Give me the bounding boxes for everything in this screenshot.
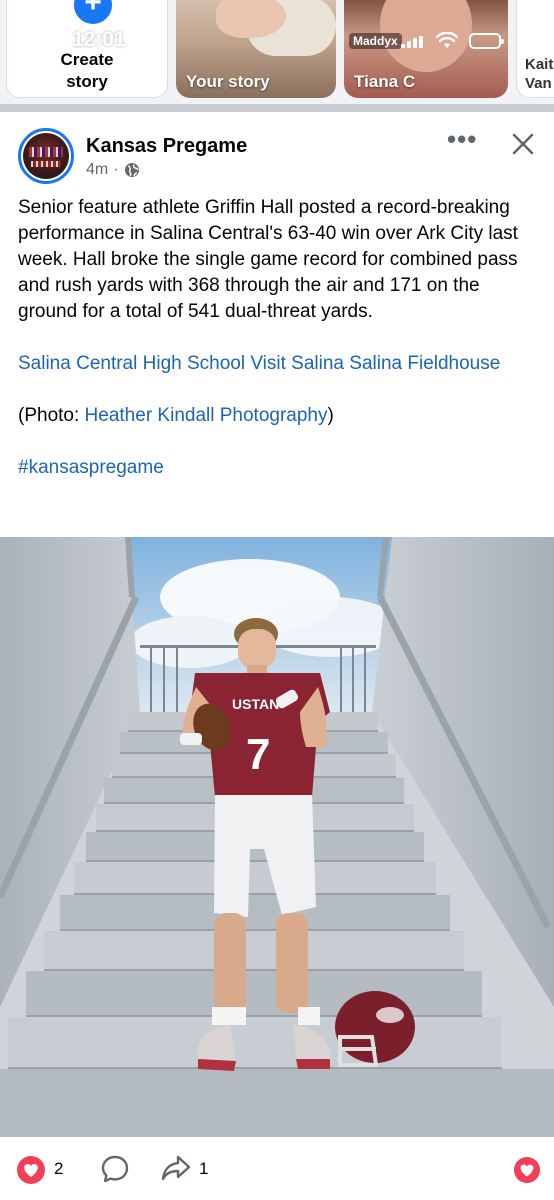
post-caption: Senior feature athlete Griffin Hall post… [18,197,518,322]
jersey-number: 7 [246,730,270,779]
plus-icon: + [71,0,115,27]
post-text: Senior feature athlete Griffin Hall post… [18,195,538,481]
heart-reaction-icon[interactable] [17,1156,45,1184]
post-photo[interactable]: USTAN 7 [0,537,554,1137]
more-options-icon[interactable]: ••• [447,126,476,156]
share-icon[interactable] [160,1153,192,1183]
reaction-count[interactable]: 2 [54,1159,63,1179]
post-actions-bar [0,1137,554,1200]
hashtag-link[interactable]: #kansaspregame [18,457,164,478]
photo-illustration: USTAN 7 [0,537,554,1137]
meta-separator: · [113,161,119,178]
jersey-text: USTAN [232,696,279,712]
page-avatar[interactable] [18,128,74,184]
your-story-card[interactable]: Your story [176,0,336,98]
post-meta: 4m · [86,161,140,179]
story-card-tiana[interactable]: Tiana C [344,0,508,98]
page-name[interactable]: Kansas Pregame [86,135,247,158]
story-name: Your story [186,72,270,91]
heart-icon[interactable] [514,1157,540,1183]
carrier-label: Maddyx [349,33,402,49]
wifi-icon [436,32,458,48]
post-time[interactable]: 4m [86,161,108,179]
story-name: Kait Van [525,56,554,92]
status-time: 12:01 [72,28,126,51]
globe-icon [124,163,139,177]
close-icon[interactable] [510,131,536,157]
photo-credit: (Photo: Heather Kindall Photography) [18,403,538,429]
story-name: Tiana C [354,72,416,91]
stories-tray: + Create story Your story Tiana C Kait V… [0,0,554,104]
share-count[interactable]: 1 [199,1159,208,1179]
section-divider [0,104,554,112]
create-story-label: Create story [60,50,114,91]
post-tags-link[interactable]: Salina Central High School Visit Salina … [18,353,500,374]
signal-icon [401,36,425,48]
photo-credit-prefix: (Photo: [18,405,85,426]
photographer-link[interactable]: Heather Kindall Photography [85,405,328,426]
story-card-kait[interactable]: Kait Van [516,0,554,98]
photo-credit-suffix: ) [327,405,334,426]
battery-icon [469,33,504,49]
comment-icon[interactable] [100,1154,130,1184]
